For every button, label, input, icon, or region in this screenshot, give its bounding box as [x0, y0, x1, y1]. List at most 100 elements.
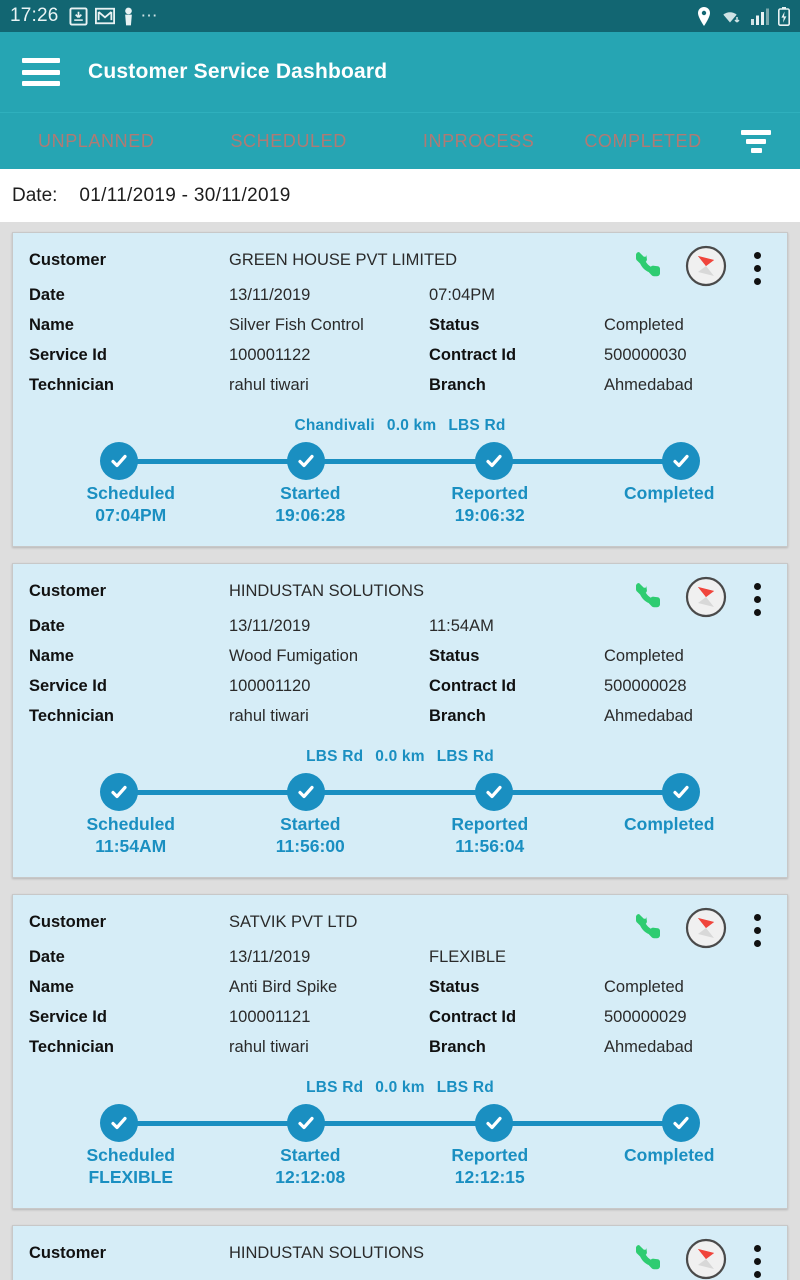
date-label: Date: [29, 617, 65, 635]
card-technician-row: Technician rahul tiwari Branch Ahmedabad: [29, 707, 771, 726]
date-value: 13/11/2019: [229, 617, 311, 635]
branch-value: Ahmedabad: [604, 376, 693, 394]
filter-funnel-icon[interactable]: [724, 113, 788, 169]
route-from: LBS Rd: [306, 1079, 364, 1096]
branch-value: Ahmedabad: [604, 1038, 693, 1056]
contract-id-label: Contract Id: [429, 677, 517, 695]
route-to: LBS Rd: [436, 1079, 494, 1096]
route-summary: LBS Rd 0.0 km LBS Rd: [29, 1079, 771, 1097]
customer-label: Customer: [29, 251, 107, 269]
timeline-labels: Scheduled FLEXIBLE Started 12:12:08 Repo…: [29, 1144, 771, 1188]
card-name-status-row: Name Anti Bird Spike Status Completed: [29, 978, 771, 997]
phone-call-icon[interactable]: [631, 579, 667, 620]
overflow-menu-icon[interactable]: [745, 909, 769, 953]
service-job-card[interactable]: Customer HINDUSTAN SOLUTIONS: [12, 1225, 788, 1280]
timeline-node-reported: [474, 442, 513, 480]
tab-inprocess[interactable]: INPROCESS: [415, 131, 542, 152]
tab-completed[interactable]: COMPLETED: [576, 131, 709, 152]
timeline-step-started-title: Started: [280, 1145, 341, 1165]
wifi-icon: [720, 7, 742, 25]
timeline-node-scheduled: [100, 442, 138, 480]
timeline-node-started: [287, 773, 326, 811]
technician-label: Technician: [29, 707, 114, 725]
timeline-step-scheduled-time: FLEXIBLE: [88, 1167, 174, 1187]
timeline-step-completed: Completed: [580, 482, 760, 526]
contract-id-value: 500000029: [604, 1008, 687, 1026]
card-name-status-row: Name Silver Fish Control Status Complete…: [29, 316, 771, 335]
compass-navigate-icon[interactable]: [685, 907, 727, 954]
hamburger-menu-icon[interactable]: [22, 58, 60, 86]
service-job-card[interactable]: Customer GREEN HOUSE PVT LIMITED Date 13…: [12, 232, 788, 547]
date-range-value[interactable]: 01/11/2019 - 30/11/2019: [79, 185, 290, 207]
timeline-step-scheduled: Scheduled 11:54AM: [41, 813, 221, 857]
timeline-labels: Scheduled 11:54AM Started 11:56:00 Repor…: [29, 813, 771, 857]
route-distance: 0.0 km: [386, 417, 437, 434]
card-technician-row: Technician rahul tiwari Branch Ahmedabad: [29, 1038, 771, 1057]
route-to: LBS Rd: [448, 417, 506, 434]
overflow-menu-icon[interactable]: [745, 1240, 769, 1280]
customer-value: GREEN HOUSE PVT LIMITED: [229, 251, 457, 269]
page-title: Customer Service Dashboard: [88, 60, 388, 83]
timeline-step-scheduled-time: 07:04PM: [95, 505, 167, 525]
compass-navigate-icon[interactable]: [685, 1238, 727, 1280]
customer-label: Customer: [29, 1244, 107, 1262]
name-value: Anti Bird Spike: [229, 978, 338, 996]
app-bar: Customer Service Dashboard: [0, 32, 800, 112]
compass-navigate-icon[interactable]: [685, 576, 727, 623]
timeline-step-completed-title: Completed: [624, 814, 715, 834]
date-range-bar[interactable]: Date: 01/11/2019 - 30/11/2019: [0, 169, 800, 222]
name-value: Silver Fish Control: [229, 316, 364, 334]
status-label: Status: [429, 647, 480, 665]
customer-label: Customer: [29, 582, 107, 600]
timeline-line: [119, 1121, 681, 1126]
customer-value: HINDUSTAN SOLUTIONS: [229, 1244, 424, 1262]
service-job-card[interactable]: Customer SATVIK PVT LTD Date 13/11/2019 …: [12, 894, 788, 1209]
status-bar-more-icon: ⋯: [140, 6, 159, 25]
timeline-track: [100, 1104, 700, 1142]
contract-id-label: Contract Id: [429, 1008, 517, 1026]
timeline-step-reported: Reported 11:56:04: [400, 813, 580, 857]
status-label: Status: [429, 978, 480, 996]
job-progress-timeline: Chandivali 0.0 km LBS Rd Scheduled 07:04PM…: [29, 417, 771, 532]
system-status-bar: 17:26 ⋯: [0, 0, 800, 32]
status-value: Completed: [604, 647, 684, 665]
overflow-menu-icon[interactable]: [745, 578, 769, 622]
route-to: LBS Rd: [436, 748, 494, 765]
time-value: 11:54AM: [429, 617, 494, 635]
timeline-node-scheduled: [100, 1104, 138, 1142]
phone-call-icon[interactable]: [631, 910, 667, 951]
date-value: 13/11/2019: [229, 286, 311, 304]
timeline-step-completed-title: Completed: [624, 483, 715, 503]
status-label: Status: [429, 316, 480, 334]
battery-charging-icon: [778, 6, 790, 26]
overflow-menu-icon[interactable]: [745, 247, 769, 291]
job-progress-timeline: LBS Rd 0.0 km LBS Rd Scheduled 11:54AM Sta…: [29, 748, 771, 863]
route-summary: LBS Rd 0.0 km LBS Rd: [29, 748, 771, 766]
timeline-node-completed: [662, 442, 700, 480]
phone-call-icon[interactable]: [631, 248, 667, 289]
service-job-list[interactable]: Customer GREEN HOUSE PVT LIMITED Date 13…: [0, 222, 800, 1280]
service-id-value: 100001120: [229, 677, 311, 695]
timeline-step-started-title: Started: [280, 483, 341, 503]
card-ids-row: Service Id 100001121 Contract Id 5000000…: [29, 1008, 771, 1027]
phone-call-icon[interactable]: [631, 1241, 667, 1280]
service-id-label: Service Id: [29, 1008, 107, 1026]
date-range-label: Date:: [12, 184, 58, 206]
technician-label: Technician: [29, 1038, 114, 1056]
signal-bars-icon: [751, 8, 769, 25]
time-value: 07:04PM: [429, 286, 496, 304]
name-label: Name: [29, 647, 74, 665]
timeline-step-completed-title: Completed: [624, 1145, 715, 1165]
status-value: Completed: [604, 316, 684, 334]
tab-scheduled[interactable]: SCHEDULED: [222, 131, 354, 152]
timeline-step-started: Started 19:06:28: [221, 482, 401, 526]
service-job-card[interactable]: Customer HINDUSTAN SOLUTIONS Date 13/11/…: [12, 563, 788, 878]
compass-navigate-icon[interactable]: [685, 245, 727, 292]
contract-id-label: Contract Id: [429, 346, 517, 364]
tab-unplanned[interactable]: UNPLANNED: [30, 131, 162, 152]
card-actions: [631, 245, 769, 292]
timeline-step-reported-time: 19:06:32: [454, 505, 525, 525]
timeline-step-reported-time: 12:12:15: [454, 1167, 525, 1187]
tab-list: UNPLANNED SCHEDULED INPROCESS COMPLETED: [0, 113, 724, 169]
timeline-step-started: Started 12:12:08: [221, 1144, 401, 1188]
